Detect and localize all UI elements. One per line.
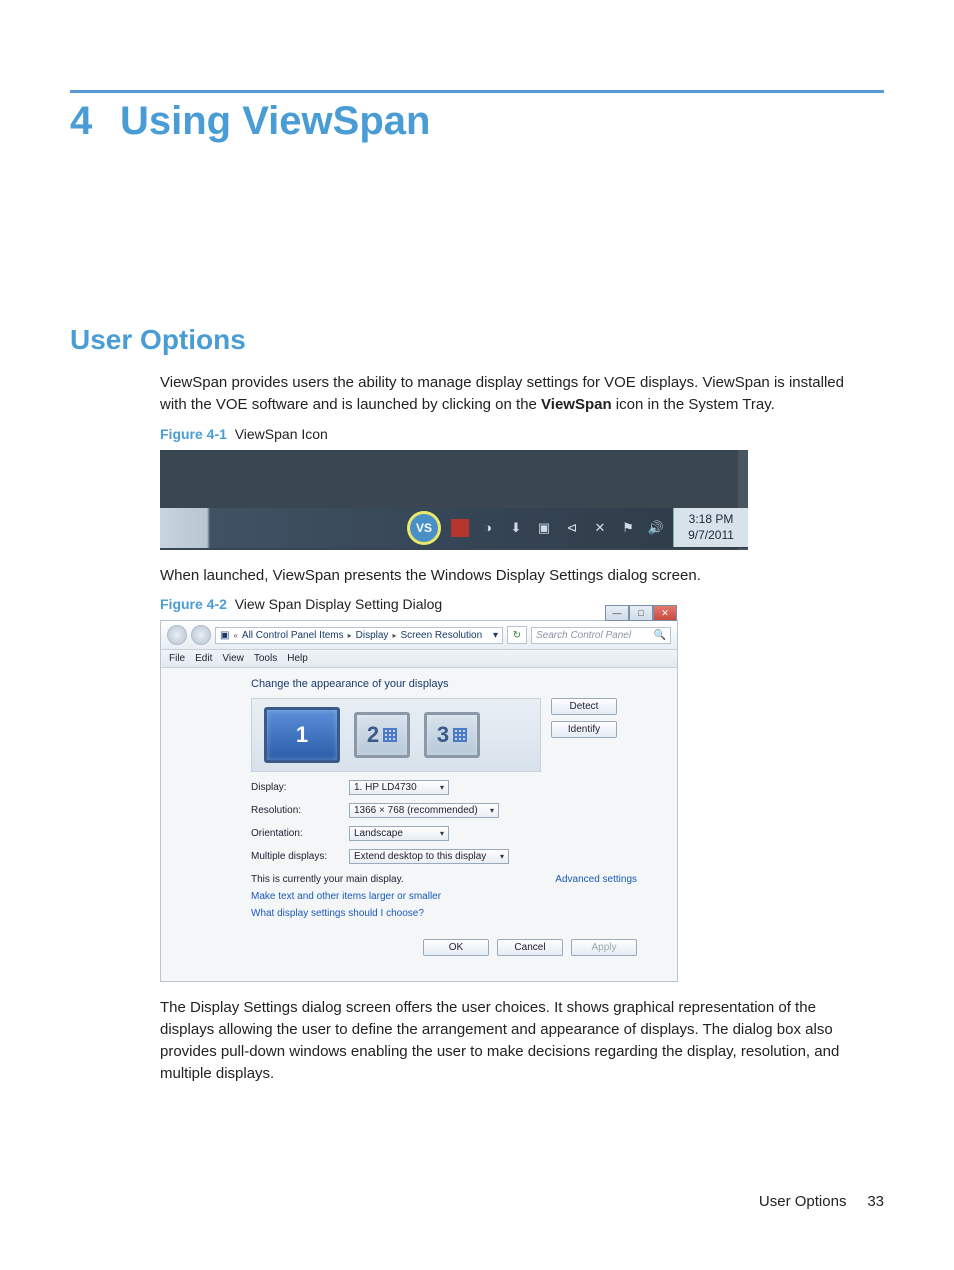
menu-file[interactable]: File bbox=[169, 653, 185, 664]
menu-tools[interactable]: Tools bbox=[254, 653, 277, 664]
breadcrumb-2: Screen Resolution bbox=[400, 630, 482, 641]
help-link[interactable]: What display settings should I choose? bbox=[251, 908, 637, 919]
taskbar: VS ◑ ⬇ ▣ ⊲ ✕ ⚑ 🔊 3:18 PM 9/7/2011 bbox=[160, 508, 748, 548]
display-3[interactable]: 3 bbox=[424, 712, 480, 758]
chapter-heading: 4 Using ViewSpan bbox=[70, 99, 884, 144]
text-size-link[interactable]: Make text and other items larger or smal… bbox=[251, 891, 637, 902]
footer-page: 33 bbox=[867, 1193, 884, 1210]
resolution-select[interactable]: 1366 × 768 (recommended)▾ bbox=[349, 803, 499, 818]
figure-2-label: Figure 4-2 bbox=[160, 596, 227, 612]
menu-bar: File Edit View Tools Help bbox=[161, 650, 677, 668]
figure-1-label: Figure 4-1 bbox=[160, 426, 227, 442]
dialog-content: Change the appearance of your displays 1… bbox=[161, 668, 677, 929]
tray-icon-3[interactable]: ⬇ bbox=[507, 519, 525, 537]
paragraph-1: ViewSpan provides users the ability to m… bbox=[160, 372, 874, 416]
breadcrumb-1: Display bbox=[356, 630, 389, 641]
main-display-note: This is currently your main display. bbox=[251, 874, 404, 885]
menu-help[interactable]: Help bbox=[287, 653, 308, 664]
chapter-title: Using ViewSpan bbox=[120, 99, 430, 144]
paragraph-2: When launched, ViewSpan presents the Win… bbox=[160, 565, 874, 587]
minimize-button[interactable]: — bbox=[605, 605, 629, 621]
figure-1-image: VS ◑ ⬇ ▣ ⊲ ✕ ⚑ 🔊 3:18 PM 9/7/2011 bbox=[160, 450, 748, 550]
display-2[interactable]: 2 bbox=[354, 712, 410, 758]
menu-view[interactable]: View bbox=[222, 653, 244, 664]
maximize-button[interactable]: □ bbox=[629, 605, 653, 621]
address-bar: ▣« All Control Panel Items▸ Display▸ Scr… bbox=[161, 621, 677, 650]
chapter-number: 4 bbox=[70, 99, 120, 144]
window-controls: — □ ✕ bbox=[605, 605, 677, 621]
resolution-label: Resolution: bbox=[251, 805, 341, 816]
identify-button[interactable]: Identify bbox=[551, 721, 617, 738]
tray-icon-4[interactable]: ▣ bbox=[535, 519, 553, 537]
system-tray: VS ◑ ⬇ ▣ ⊲ ✕ ⚑ 🔊 bbox=[407, 511, 673, 545]
footer-section: User Options bbox=[759, 1193, 847, 1210]
advanced-settings-link[interactable]: Advanced settings bbox=[555, 874, 637, 885]
detect-button[interactable]: Detect bbox=[551, 698, 617, 715]
apply-button[interactable]: Apply bbox=[571, 939, 637, 956]
display-select[interactable]: 1. HP LD4730▾ bbox=[349, 780, 449, 795]
tray-date: 9/7/2011 bbox=[682, 528, 740, 544]
tray-icon-1[interactable] bbox=[451, 519, 469, 537]
search-placeholder: Search Control Panel bbox=[536, 630, 631, 641]
chapter-divider bbox=[70, 90, 884, 93]
close-button[interactable]: ✕ bbox=[653, 605, 677, 621]
figure-1-caption: Figure 4-1 ViewSpan Icon bbox=[160, 426, 884, 442]
dialog-heading: Change the appearance of your displays bbox=[251, 678, 637, 690]
search-icon: 🔍 bbox=[654, 630, 666, 641]
dialog-buttons: OK Cancel Apply bbox=[161, 929, 677, 956]
menu-edit[interactable]: Edit bbox=[195, 653, 212, 664]
back-button[interactable] bbox=[167, 625, 187, 645]
tray-icon-2[interactable]: ◑ bbox=[479, 519, 497, 537]
forward-button[interactable] bbox=[191, 625, 211, 645]
viewspan-icon[interactable]: VS bbox=[407, 511, 441, 545]
tray-icon-6[interactable]: ✕ bbox=[591, 519, 609, 537]
figure-2-title: View Span Display Setting Dialog bbox=[235, 596, 443, 612]
tray-clock[interactable]: 3:18 PM 9/7/2011 bbox=[673, 508, 748, 547]
figure-2-caption: Figure 4-2 View Span Display Setting Dia… bbox=[160, 596, 884, 612]
orientation-label: Orientation: bbox=[251, 828, 341, 839]
figure-2-dialog: — □ ✕ ▣« All Control Panel Items▸ Displa… bbox=[160, 620, 678, 982]
display-label: Display: bbox=[251, 782, 341, 793]
refresh-button[interactable]: ↻ bbox=[507, 626, 527, 644]
multiple-select[interactable]: Extend desktop to this display▾ bbox=[349, 849, 509, 864]
display-preview[interactable]: 1 2 3 bbox=[251, 698, 541, 772]
paragraph-1-b: icon in the System Tray. bbox=[612, 396, 775, 413]
paragraph-1-bold: ViewSpan bbox=[541, 396, 612, 413]
breadcrumb[interactable]: ▣« All Control Panel Items▸ Display▸ Scr… bbox=[215, 627, 503, 644]
tray-time: 3:18 PM bbox=[682, 512, 740, 528]
figure-1-title: ViewSpan Icon bbox=[235, 426, 328, 442]
display-1[interactable]: 1 bbox=[264, 707, 340, 763]
paragraph-3: The Display Settings dialog screen offer… bbox=[160, 997, 874, 1084]
tray-icon-5[interactable]: ⊲ bbox=[563, 519, 581, 537]
breadcrumb-0: All Control Panel Items bbox=[242, 630, 344, 641]
speaker-icon[interactable]: 🔊 bbox=[647, 519, 665, 537]
section-heading: User Options bbox=[70, 324, 884, 356]
orientation-select[interactable]: Landscape▾ bbox=[349, 826, 449, 841]
page-footer: User Options 33 bbox=[759, 1193, 884, 1210]
tray-icon-7[interactable]: ⚑ bbox=[619, 519, 637, 537]
search-input[interactable]: Search Control Panel 🔍 bbox=[531, 627, 671, 644]
cancel-button[interactable]: Cancel bbox=[497, 939, 563, 956]
multiple-label: Multiple displays: bbox=[251, 851, 341, 862]
ok-button[interactable]: OK bbox=[423, 939, 489, 956]
